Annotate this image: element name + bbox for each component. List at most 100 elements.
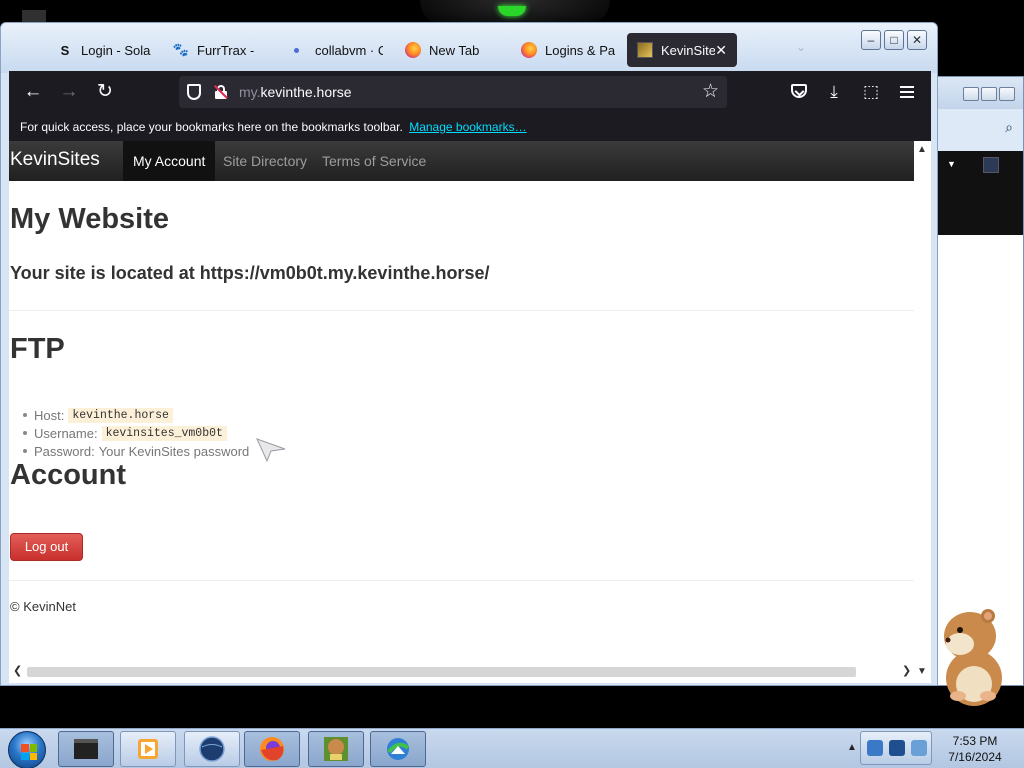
system-clock[interactable]: 7:53 PM 7/16/2024 [940,733,1010,765]
minimize-button[interactable]: – [861,30,881,50]
url-text[interactable]: my.kevinthe.horse [239,84,352,100]
mouse-cursor-icon [255,437,287,468]
ftp-host-value: kevinthe.horse [68,407,173,423]
taskbar-app-media-player[interactable] [120,731,176,767]
downloads-button[interactable]: ⤓ [823,81,845,103]
puzzle-piece-icon: ⬚ [862,82,880,101]
dropdown-arrow-icon[interactable]: ▼ [947,159,956,169]
nav-my-account[interactable]: My Account [123,141,216,181]
logout-button[interactable]: Log out [10,533,83,561]
site-location-text: Your site is located at https://vm0b0t.m… [10,263,490,283]
horizontal-scrollbar[interactable]: ❮ ❯ [9,661,914,683]
background-window[interactable]: ⌕ ▼ [936,76,1024,686]
tab-label: collabvm · Ch [315,42,383,58]
media-player-icon [138,739,158,759]
s-logo-icon: S [60,42,70,58]
window-titlebar[interactable]: S Login - Solar 🐾 FurrTrax - collabvm · … [1,23,937,73]
maximize-button[interactable]: □ [884,30,904,50]
terminal-icon [74,739,98,759]
tracking-protection-shield-icon[interactable] [187,84,201,100]
windows-orb-icon [8,731,46,768]
taskbar-app-terminal[interactable] [58,731,114,767]
list-all-tabs-icon[interactable]: ⌄ [796,40,806,54]
taskbar: ▲ 7:53 PM 7/16/2024 [0,728,1024,768]
kevinsites-icon [637,42,653,58]
reload-button[interactable]: ↻ [94,81,116,103]
url-bar[interactable]: my.kevinthe.horse ☆ [179,76,727,108]
desktop-icon[interactable] [22,10,46,22]
forward-button[interactable]: → [58,81,80,103]
tab-label: New Tab [429,42,480,58]
clock-date: 7/16/2024 [948,750,1002,764]
tab-label: Login - Solar [81,42,151,58]
tab-furrtrax[interactable]: 🐾 FurrTrax - [163,33,277,67]
volume-icon[interactable] [911,740,927,756]
extensions-button[interactable]: ⬚ [860,81,882,103]
dot-icon [294,47,299,53]
pocket-button[interactable] [788,81,810,103]
divider [9,310,914,311]
divider [9,580,914,581]
scroll-down-icon[interactable]: ▼ [917,666,927,677]
site-brand[interactable]: KevinSites [10,149,100,171]
nav-terms-of-service[interactable]: Terms of Service [312,141,436,181]
vertical-scrollbar[interactable]: ▲ ▼ [914,141,931,683]
tab-label: Logins & Pass [545,42,615,58]
tab-label: FurrTrax - [197,42,255,58]
background-window-titlebar[interactable] [937,77,1023,109]
ftp-host-item: Host: kevinthe.horse [23,406,249,424]
search-icon[interactable]: ⌕ [1005,119,1013,136]
ftp-password-label: Password: [34,443,95,459]
site-navbar: KevinSites My Account Site Directory Ter… [9,141,914,181]
tab-kevinsites[interactable]: KevinSites ✕ [627,33,737,67]
scroll-right-icon[interactable]: ❯ [902,664,911,677]
url-domain: kevinthe.horse [260,84,352,100]
taskbar-app-globe[interactable] [184,731,240,767]
manage-bookmarks-link[interactable]: Manage bookmarks… [409,120,526,134]
taskbar-app-firefox[interactable] [244,731,300,767]
taskbar-app-download-manager[interactable] [370,731,426,767]
tab-login-solar[interactable]: S Login - Solar [47,33,161,67]
app-icon[interactable] [983,157,999,173]
heading-ftp: FTP [10,333,65,365]
monitor-icon[interactable] [889,740,905,756]
ftp-password-item: Password: Your KevinSites password [23,442,249,460]
web-page: KevinSites My Account Site Directory Ter… [9,141,914,661]
bookmarks-message: For quick access, place your bookmarks h… [20,120,403,134]
nav-site-directory[interactable]: Site Directory [213,141,317,181]
ftp-username-value: kevinsites_vm0b0t [101,425,227,441]
start-button[interactable] [6,729,48,768]
background-search-area[interactable]: ⌕ [937,109,1023,151]
paw-icon: 🐾 [172,42,190,57]
page-footer: © KevinNet [10,599,76,614]
insecure-lock-icon[interactable] [213,84,229,100]
taskbar-app-bonzi-box[interactable] [308,731,364,767]
app-menu-button[interactable] [896,81,918,103]
scroll-up-icon[interactable]: ▲ [917,144,927,155]
close-icon[interactable] [999,87,1015,101]
back-button[interactable]: ← [22,81,44,103]
firefox-icon [521,42,537,58]
firefox-window: S Login - Solar 🐾 FurrTrax - collabvm · … [0,22,938,686]
bookmarks-toolbar: For quick access, place your bookmarks h… [9,113,931,141]
tab-logins-passwords[interactable]: Logins & Pass [511,33,625,67]
tab-strip: S Login - Solar 🐾 FurrTrax - collabvm · … [47,33,737,69]
notification-area[interactable] [860,731,932,765]
minimize-icon[interactable] [963,87,979,101]
tab-new-tab[interactable]: New Tab [395,33,509,67]
heading-my-website: My Website [10,203,170,235]
hamster-mascot-image [930,600,1020,710]
scroll-left-icon[interactable]: ❮ [13,664,22,677]
download-icon: ⤓ [830,82,838,101]
network-icon[interactable] [867,740,883,756]
close-button[interactable]: ✕ [907,30,927,50]
close-tab-icon[interactable]: ✕ [715,42,727,59]
download-manager-icon [387,738,410,760]
scrollbar-thumb[interactable] [27,667,856,677]
show-hidden-icons-icon[interactable]: ▲ [847,742,857,753]
globe-icon [199,736,225,762]
tab-collabvm[interactable]: collabvm · Ch [279,33,393,67]
maximize-icon[interactable] [981,87,997,101]
bonzi-box-icon [324,737,348,761]
bookmark-star-icon[interactable]: ☆ [702,80,719,103]
